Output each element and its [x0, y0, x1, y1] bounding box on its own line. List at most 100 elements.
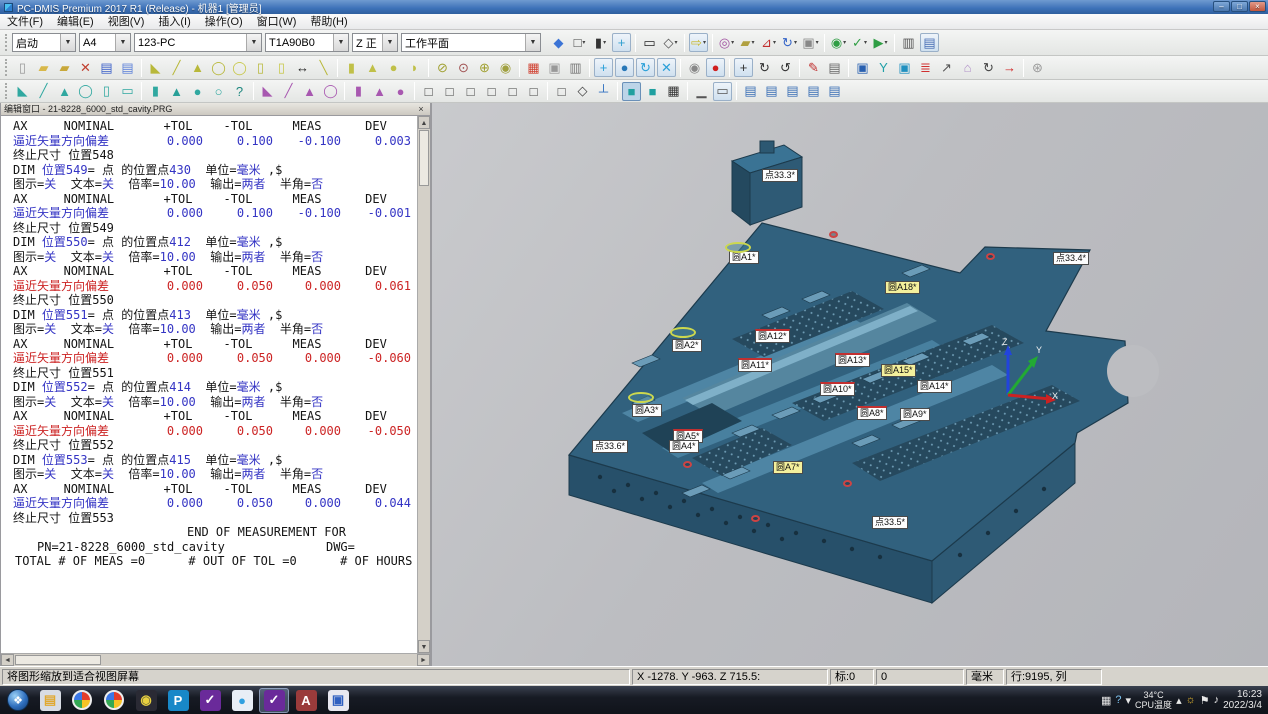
minimize-button[interactable]: – — [1213, 1, 1230, 12]
scroll-up-icon[interactable]: ▲ — [418, 116, 430, 129]
feature-label[interactable]: 圆A18* — [885, 281, 920, 294]
chevron-down-icon[interactable]: ▼ — [525, 34, 540, 51]
edit-window-titlebar[interactable]: 编辑窗口 - 21-8228_6000_std_cavity.PRG × — [1, 103, 430, 116]
chevron-down-icon[interactable]: ▼ — [60, 34, 75, 51]
teal-unknown-icon[interactable]: ? — [230, 82, 249, 101]
browser-360[interactable] — [67, 688, 97, 713]
feature-label[interactable]: 圆A7* — [773, 461, 803, 474]
cad-model-icon[interactable]: ◇▾ — [661, 33, 680, 52]
startup-combo[interactable]: 启动▼ — [12, 33, 76, 52]
save-file-icon[interactable]: ▤ — [97, 58, 116, 77]
feature-label[interactable]: 点33.4* — [1053, 252, 1089, 265]
edit-window-close-icon[interactable]: × — [415, 103, 427, 115]
close-button[interactable]: × — [1249, 1, 1266, 12]
measure-width-icon[interactable]: ↔ — [293, 58, 312, 77]
report-window-3-icon[interactable]: ▤ — [804, 82, 823, 101]
cad-viewport[interactable]: 点33.3*点33.4*圆A1*圆A18*圆A2*圆A12*圆A11*圆A13*… — [432, 103, 1268, 666]
measure-slot-icon[interactable]: ▯ — [272, 58, 291, 77]
probe-file-combo[interactable]: A4▼ — [79, 33, 131, 52]
toolbar-drag-handle[interactable] — [5, 34, 9, 52]
teal-solid-sphere-icon[interactable]: ● — [188, 82, 207, 101]
teal-cube-icon[interactable]: ■ — [643, 82, 662, 101]
animation-film-icon[interactable]: ▤ — [825, 58, 844, 77]
rotate-box-icon[interactable]: ↻ — [979, 58, 998, 77]
mesh-sphere-icon[interactable]: ◉ — [496, 58, 515, 77]
chevron-down-icon[interactable]: ▾ — [674, 39, 677, 46]
keyboard-icon[interactable]: ▦ — [1101, 694, 1111, 707]
measure-circle-icon[interactable]: ◯ — [209, 58, 228, 77]
underscore-tool-icon[interactable]: ▁ — [692, 82, 711, 101]
cube-view-2-icon[interactable]: □ — [440, 82, 459, 101]
solid-cone-icon[interactable]: ▲ — [363, 58, 382, 77]
feature-label[interactable]: 圆A9* — [900, 408, 930, 421]
menu-item-3[interactable]: 插入(I) — [151, 14, 197, 30]
pcdmis[interactable]: P — [163, 688, 193, 713]
comment-icon[interactable]: ▭ — [640, 33, 659, 52]
teal-point-icon[interactable]: ◣ — [13, 82, 32, 101]
measure-plane-icon[interactable]: ▲ — [188, 58, 207, 77]
scroll-right-icon[interactable]: ► — [417, 654, 430, 666]
rect-tool-icon[interactable]: ▭ — [713, 82, 732, 101]
cube-view-5-icon[interactable]: □ — [503, 82, 522, 101]
pdf-reader[interactable]: A — [291, 688, 321, 713]
angle-dimension-icon[interactable]: ⊿▾ — [759, 33, 778, 52]
teal-solid-cone-icon[interactable]: ▲ — [167, 82, 186, 101]
workplane-combo[interactable]: 工作平面▼ — [401, 33, 541, 52]
alignment-rotate-icon[interactable]: ↻▾ — [780, 33, 799, 52]
tip-combo[interactable]: T1A90B0▼ — [265, 33, 349, 52]
feature-label[interactable]: 点33.3* — [762, 169, 798, 182]
menu-item-5[interactable]: 窗口(W) — [250, 14, 304, 30]
camera-icon[interactable]: ▣ — [895, 58, 914, 77]
measured-line-icon[interactable]: ▰▾ — [738, 33, 757, 52]
report-window-4-icon[interactable]: ▤ — [825, 82, 844, 101]
probe-icon[interactable]: ◆ — [549, 33, 568, 52]
chevron-down-icon[interactable]: ▼ — [382, 34, 397, 51]
cube-view-1-icon[interactable]: □ — [419, 82, 438, 101]
solid-curve-icon[interactable]: ◗ — [405, 58, 424, 77]
next-feature-icon[interactable]: ⇨▾ — [689, 33, 708, 52]
color-grid-icon[interactable]: ▦ — [524, 58, 543, 77]
vertical-scrollbar[interactable]: ▲ ▼ — [417, 116, 430, 653]
machine-combo[interactable]: 123-PC▼ — [134, 33, 262, 52]
solid-sphere-icon[interactable]: ● — [384, 58, 403, 77]
program-pages-icon[interactable]: ▣▾ — [801, 33, 820, 52]
cad-app-1[interactable]: ✓ — [195, 688, 225, 713]
network-flag-icon[interactable]: ⚑ — [1200, 694, 1210, 707]
chevron-down-icon[interactable]: ▾ — [751, 39, 754, 46]
rotate-2d-icon[interactable]: ↻ — [755, 58, 774, 77]
chevron-down-icon[interactable]: ▼ — [333, 34, 348, 51]
teal-ring-icon[interactable]: ○ — [209, 82, 228, 101]
auto-feature-icon[interactable]: ◎▾ — [717, 33, 736, 52]
cube-view-6-icon[interactable]: □ — [524, 82, 543, 101]
scroll-down-icon[interactable]: ▼ — [418, 640, 430, 653]
scroll-left-icon[interactable]: ◄ — [1, 654, 14, 666]
chevron-down-icon[interactable]: ▾ — [816, 39, 819, 46]
sphere-view-icon[interactable]: ● — [615, 58, 634, 77]
chevron-down-icon[interactable]: ▼ — [115, 34, 130, 51]
measure-point-icon[interactable]: ◣ — [146, 58, 165, 77]
feature-label[interactable]: 圆A15* — [881, 364, 916, 377]
import-file-icon[interactable]: ▰ — [55, 58, 74, 77]
solid-cylinder-icon[interactable]: ▮ — [342, 58, 361, 77]
polyline-tool-icon[interactable]: ⊙ — [454, 58, 473, 77]
teal-slot-icon[interactable]: ▭ — [118, 82, 137, 101]
delete-file-icon[interactable]: ✕ — [76, 58, 95, 77]
execute-play-icon[interactable]: ▶▾ — [871, 33, 890, 52]
report-window-1-icon[interactable]: ▤ — [762, 82, 781, 101]
window-layout-icon[interactable]: ▤ — [920, 33, 939, 52]
chevron-down-icon[interactable]: ▼ — [246, 34, 261, 51]
refresh-view-icon[interactable]: ↻ — [636, 58, 655, 77]
purple-solid-cylinder-icon[interactable]: ▮ — [349, 82, 368, 101]
probe-drop-icon[interactable]: ┴ — [594, 82, 613, 101]
chevron-down-icon[interactable]: ▾ — [582, 39, 585, 46]
cube-view-3-icon[interactable]: □ — [461, 82, 480, 101]
vertical-scroll-thumb[interactable] — [419, 130, 429, 186]
cube-iso-icon[interactable]: □ — [552, 82, 571, 101]
purple-plane-icon[interactable]: ▲ — [300, 82, 319, 101]
chevron-down-icon[interactable]: ▾ — [843, 39, 846, 46]
gears-icon[interactable]: ⊛ — [1028, 58, 1047, 77]
start-button[interactable]: ❖ — [3, 688, 33, 713]
qq-app[interactable]: ● — [227, 688, 257, 713]
report-window-2-icon[interactable]: ▤ — [783, 82, 802, 101]
new-file-icon[interactable]: ▯ — [13, 58, 32, 77]
